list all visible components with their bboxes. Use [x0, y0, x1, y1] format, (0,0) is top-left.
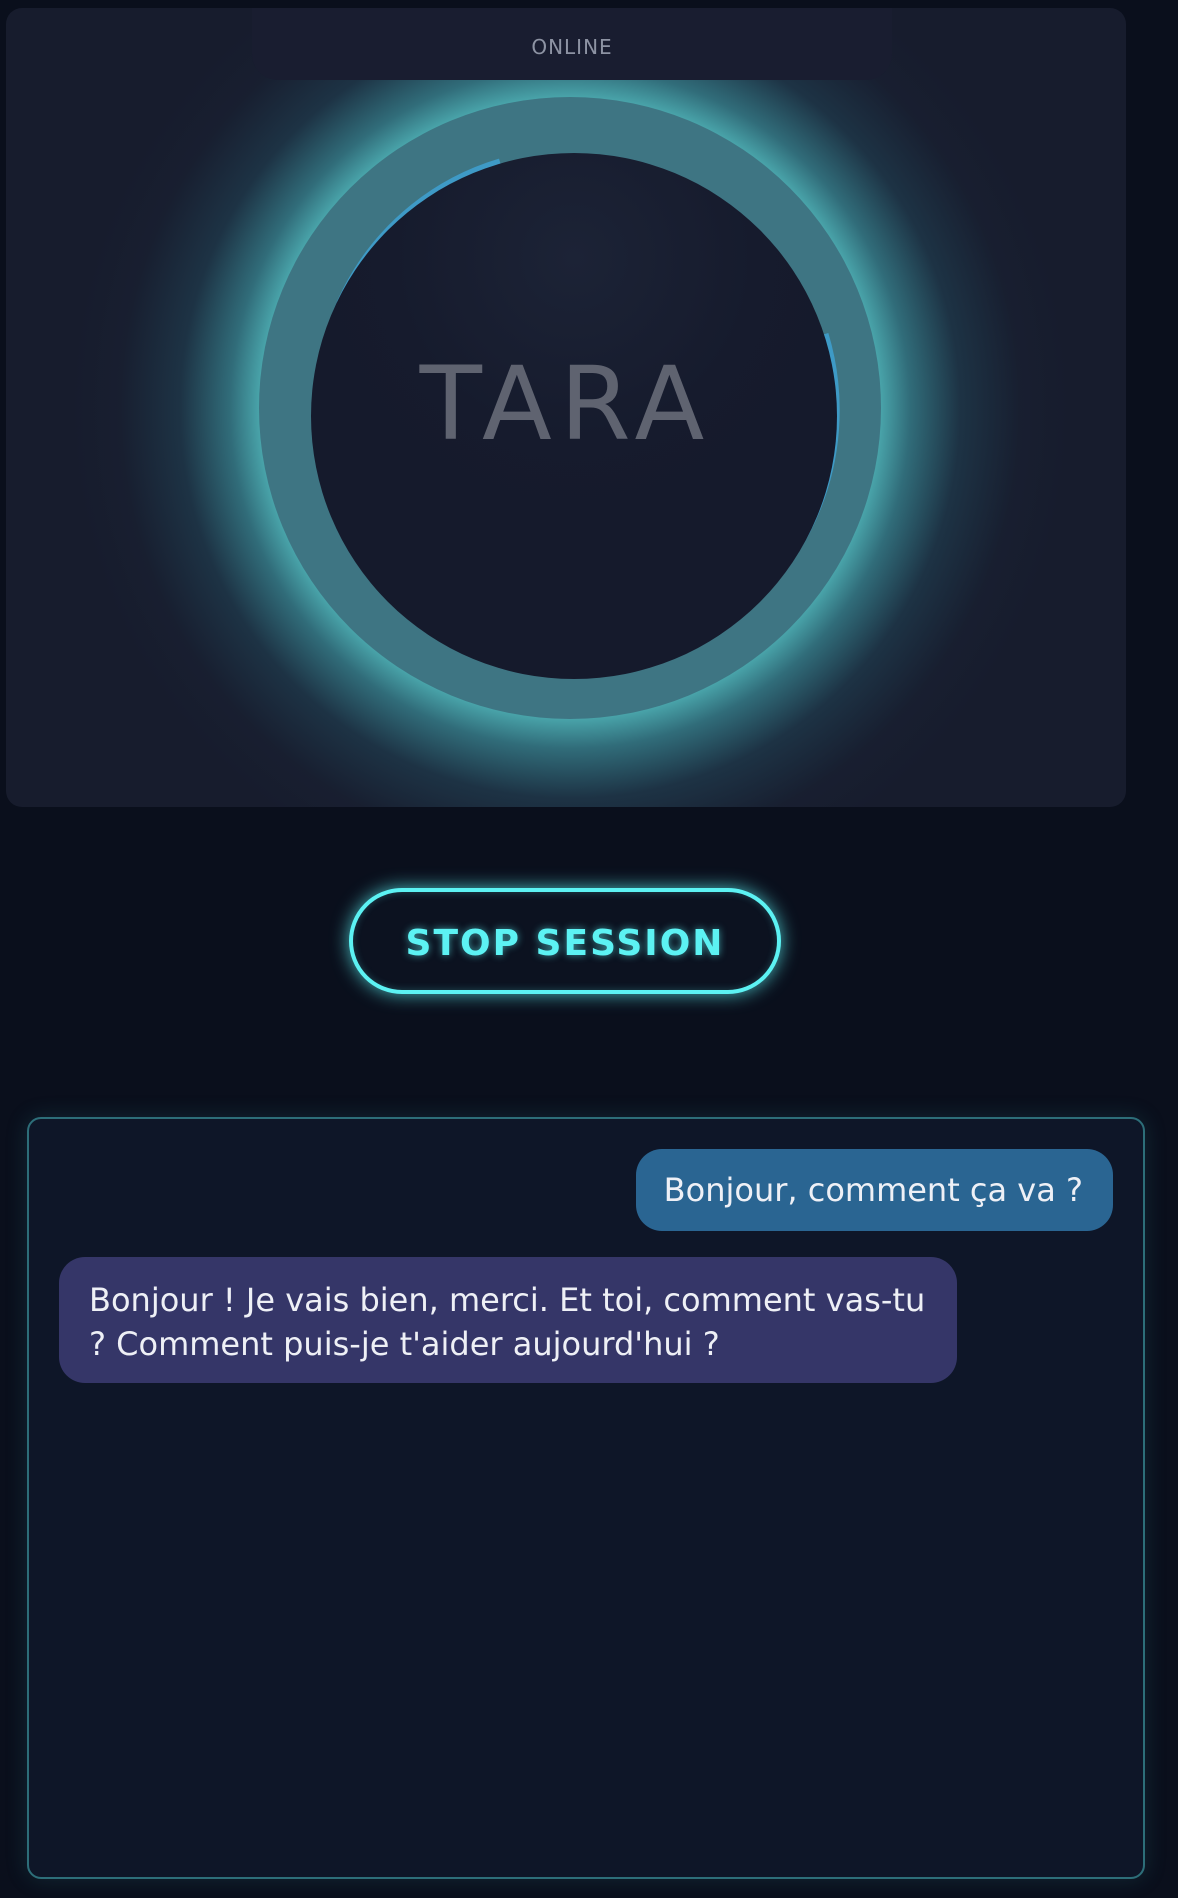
assistant-message-text: Bonjour ! Je vais bien, merci. Et toi, c…	[89, 1281, 926, 1363]
assistant-message-bubble: Bonjour ! Je vais bien, merci. Et toi, c…	[59, 1257, 957, 1383]
user-message-bubble: Bonjour, comment ça va ?	[635, 1149, 1113, 1231]
chat-panel[interactable]: Bonjour, comment ça va ? Bonjour ! Je va…	[27, 1117, 1145, 1879]
user-message-text: Bonjour, comment ça va ?	[663, 1171, 1083, 1209]
stop-session-label: STOP SESSION	[405, 923, 725, 964]
app-root: TARA ONLINE STOP SESSION Bonjour, commen…	[0, 0, 1178, 1898]
assistant-visual-panel: TARA ONLINE	[6, 8, 1126, 807]
status-label: ONLINE	[531, 35, 613, 59]
assistant-name: TARA	[419, 345, 713, 464]
stop-session-button[interactable]: STOP SESSION	[349, 888, 781, 994]
status-tab: ONLINE	[252, 8, 892, 80]
